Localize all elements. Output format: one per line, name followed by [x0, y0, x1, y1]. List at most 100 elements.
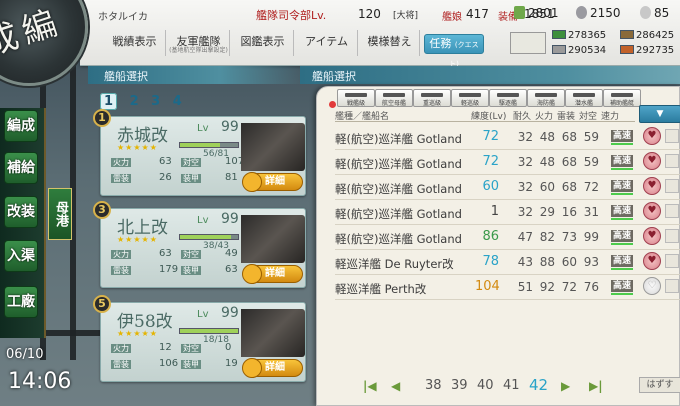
row-checkbox[interactable] — [665, 229, 679, 243]
level-label: Lv — [197, 309, 209, 320]
menu-items[interactable]: アイテム — [296, 30, 358, 56]
filter-tab[interactable]: 潜水艦 — [565, 89, 603, 107]
fleet-ship-card[interactable]: 1 赤城改 Lv 99 ★★★★★ 56/81 火力 63 対空 107 雷装 26 装甲 81 詳細 — [93, 109, 306, 196]
ship-row-aa: 99 — [583, 230, 599, 244]
menu-record[interactable]: 戦績表示 — [104, 30, 166, 56]
fleet-ship-card[interactable]: 5 伊58改 Lv 99 ★★★★★ 18/18 火力 12 対空 0 雷装 106 装甲 19 詳細 — [93, 295, 306, 382]
menu-library-label: 図鑑表示 — [240, 35, 285, 48]
sort-button[interactable]: ▼ — [639, 105, 680, 123]
ship-row-level: 104 — [475, 279, 500, 294]
ship-slot-number: 3 — [93, 201, 111, 219]
fleet-tab-2[interactable]: 2 — [130, 94, 139, 109]
heart-lock-icon[interactable]: ♥ — [643, 152, 661, 170]
menu-furniture[interactable]: 模様替え — [360, 30, 420, 56]
detail-label: 詳細 — [265, 268, 285, 279]
detail-button[interactable]: 詳細 — [242, 358, 303, 378]
next-page-button[interactable]: ▶ — [561, 379, 570, 393]
stat-label: 雷装 — [111, 265, 133, 276]
filter-tab[interactable]: 駆逐艦 — [489, 89, 527, 107]
ship-row-level: 60 — [482, 179, 499, 194]
filter-tab-label: 戦艦級 — [346, 100, 365, 107]
row-checkbox[interactable] — [665, 179, 679, 193]
nav-remodel[interactable]: 改装 — [4, 196, 38, 228]
ship-row-level: 72 — [482, 129, 499, 144]
stat-label: 対空 — [181, 343, 203, 354]
ship-row-name: 軽巡洋艦 Perth改 — [335, 282, 427, 296]
fleet-ship-card[interactable]: 3 北上改 Lv 99 ★★★★★ 38/43 火力 63 対空 49 雷装 179 装甲 63 詳細 — [93, 201, 306, 288]
menu-quest-label: 任務 — [429, 37, 452, 50]
nav-repair[interactable]: 入渠 — [4, 240, 38, 272]
first-page-button[interactable]: |◀ — [363, 379, 377, 393]
ship-row[interactable]: 軽(航空)巡洋艦 Gotland 72 32 48 68 59 高速 ♥ — [335, 150, 680, 175]
row-checkbox[interactable] — [665, 204, 679, 218]
ship-row[interactable]: 軽巡洋艦 Perth改 104 51 92 72 76 高速 ♡ — [335, 275, 680, 300]
shop-icon[interactable] — [510, 32, 546, 54]
steel-value: 290534 — [568, 45, 607, 56]
filter-tab-label: 補助艦艇 — [609, 100, 634, 107]
filter-tab[interactable]: 補助艦艇 — [603, 89, 641, 107]
ship-row-hp: 32 — [517, 205, 533, 219]
row-checkbox[interactable] — [665, 279, 679, 293]
filter-tab-label: 駆逐艦 — [498, 100, 517, 107]
menu-quest[interactable]: 任務 (クエスト) — [424, 34, 484, 68]
heart-lock-icon[interactable]: ♥ — [643, 227, 661, 245]
remove-button[interactable]: はずす — [639, 377, 680, 393]
filter-tab[interactable]: 軽巡級 — [451, 89, 489, 107]
mother-port-button[interactable]: 母港 — [48, 188, 72, 240]
menu-library[interactable]: 図鑑表示 — [232, 30, 294, 56]
page-number[interactable]: 40 — [477, 378, 494, 393]
row-checkbox[interactable] — [665, 254, 679, 268]
page-number[interactable]: 39 — [451, 378, 468, 393]
heart-lock-icon[interactable]: ♥ — [643, 202, 661, 220]
ship-slot-number: 1 — [93, 109, 111, 127]
hp-bar — [179, 328, 239, 334]
ship-row-torp: 60 — [561, 255, 577, 269]
filter-tab[interactable]: 重巡級 — [413, 89, 451, 107]
heart-lock-icon[interactable]: ♥ — [643, 252, 661, 270]
menu-record-label: 戦績表示 — [112, 35, 157, 48]
row-checkbox[interactable] — [665, 154, 679, 168]
detail-button[interactable]: 詳細 — [242, 172, 303, 192]
page-number[interactable]: 41 — [503, 378, 520, 393]
ship-level: 99 — [221, 119, 239, 135]
nav-supply[interactable]: 補給 — [4, 152, 38, 184]
ship-row[interactable]: 軽巡洋艦 De Ruyter改 78 43 88 60 93 高速 ♥ — [335, 250, 680, 275]
ammo-icon — [620, 30, 634, 39]
fleet-tab-4[interactable]: 4 — [173, 94, 182, 109]
ship-row[interactable]: 軽(航空)巡洋艦 Gotland 60 32 60 68 72 高速 ♥ — [335, 175, 680, 200]
page-number[interactable]: 38 — [425, 378, 442, 393]
row-checkbox[interactable] — [665, 129, 679, 143]
date: 06/10 — [6, 347, 44, 362]
filter-tab[interactable]: 航空母艦 — [375, 89, 413, 107]
clock: 14:06 — [8, 369, 72, 394]
stat-value: 19 — [225, 358, 238, 369]
admiral-name: ホタルイカ — [98, 12, 148, 23]
menu-friend-fleet[interactable]: 友軍艦隊 (基地航空隊出撃設定) — [168, 30, 230, 56]
fleet-header-label: 艦船選択 — [104, 70, 148, 83]
ship-row[interactable]: 軽(航空)巡洋艦 Gotland 1 32 29 16 31 高速 ♥ — [335, 200, 680, 225]
heart-lock-icon[interactable]: ♥ — [643, 177, 661, 195]
page-number[interactable]: 42 — [529, 376, 548, 394]
ship-row-aa: 59 — [583, 130, 599, 144]
heart-lock-icon[interactable]: ♥ — [643, 127, 661, 145]
ship-row-hp: 32 — [517, 130, 533, 144]
fleet-tab-3[interactable]: 3 — [151, 94, 160, 109]
ship-row[interactable]: 軽(航空)巡洋艦 Gotland 72 32 48 68 59 高速 ♥ — [335, 125, 680, 150]
nav-organize[interactable]: 編成 — [4, 110, 38, 142]
stat-label: 対空 — [181, 157, 203, 168]
ship-row[interactable]: 軽(航空)巡洋艦 Gotland 86 47 82 73 99 高速 ♥ — [335, 225, 680, 250]
detail-button[interactable]: 詳細 — [242, 264, 303, 284]
filter-tab[interactable]: 戦艦級 — [337, 89, 375, 107]
filter-tab[interactable]: 海防艦 — [527, 89, 565, 107]
stat-label-text: 対空 — [181, 344, 201, 353]
last-page-button[interactable]: ▶| — [589, 379, 603, 393]
prev-page-button[interactable]: ◀ — [391, 379, 400, 393]
fleet-tab-1[interactable]: 1 — [100, 93, 118, 110]
ship-row-name: 軽(航空)巡洋艦 Gotland — [335, 207, 462, 221]
stat-value: 63 — [159, 156, 172, 167]
ship-row-aa: 76 — [583, 280, 599, 294]
unlocked-icon[interactable]: ♡ — [643, 277, 661, 295]
hp-bar-fill — [180, 329, 238, 333]
nav-arsenal[interactable]: 工廠 — [4, 286, 38, 318]
ship-row-name: 軽(航空)巡洋艦 Gotland — [335, 232, 462, 246]
